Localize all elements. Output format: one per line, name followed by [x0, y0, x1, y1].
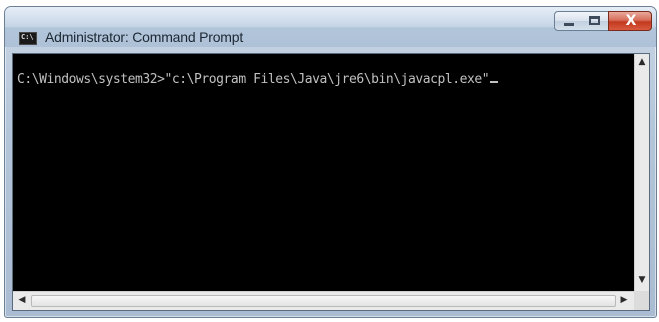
scroll-down-arrow-icon[interactable]: ▼: [637, 276, 647, 285]
console-icon[interactable]: C:\: [19, 32, 37, 45]
resize-corner[interactable]: [634, 291, 649, 310]
minimize-icon: [564, 23, 574, 26]
maximize-button[interactable]: [582, 11, 609, 31]
horizontal-scroll-thumb[interactable]: [31, 295, 616, 307]
scroll-up-arrow-icon[interactable]: ▲: [637, 58, 647, 67]
scroll-left-arrow-icon[interactable]: ◀: [17, 296, 27, 305]
command-prompt-window: C:\ Administrator: Command Prompt X C:\W…: [4, 6, 657, 318]
close-button[interactable]: X: [608, 11, 652, 31]
console-output[interactable]: C:\Windows\system32>"c:\Program Files\Ja…: [13, 54, 634, 291]
horizontal-scrollbar[interactable]: ◀ ▶: [13, 291, 634, 310]
minimize-button[interactable]: [554, 11, 583, 31]
console-client-area: C:\Windows\system32>"c:\Program Files\Ja…: [12, 53, 650, 311]
console-icon-caption: C:\: [21, 33, 34, 41]
console-command: "c:\Program Files\Java\jre6\bin\javacpl.…: [164, 72, 490, 87]
window-title: Administrator: Command Prompt: [45, 29, 244, 45]
close-icon: X: [625, 13, 637, 29]
console-prompt: C:\Windows\system32>: [17, 72, 165, 87]
title-bar[interactable]: C:\ Administrator: Command Prompt X: [5, 7, 656, 47]
console-command-line: C:\Windows\system32>"c:\Program Files\Ja…: [17, 72, 499, 87]
text-cursor: [490, 81, 499, 83]
scroll-right-arrow-icon[interactable]: ▶: [619, 296, 629, 305]
maximize-icon: [589, 16, 600, 25]
vertical-scrollbar[interactable]: ▲ ▼: [634, 54, 649, 291]
